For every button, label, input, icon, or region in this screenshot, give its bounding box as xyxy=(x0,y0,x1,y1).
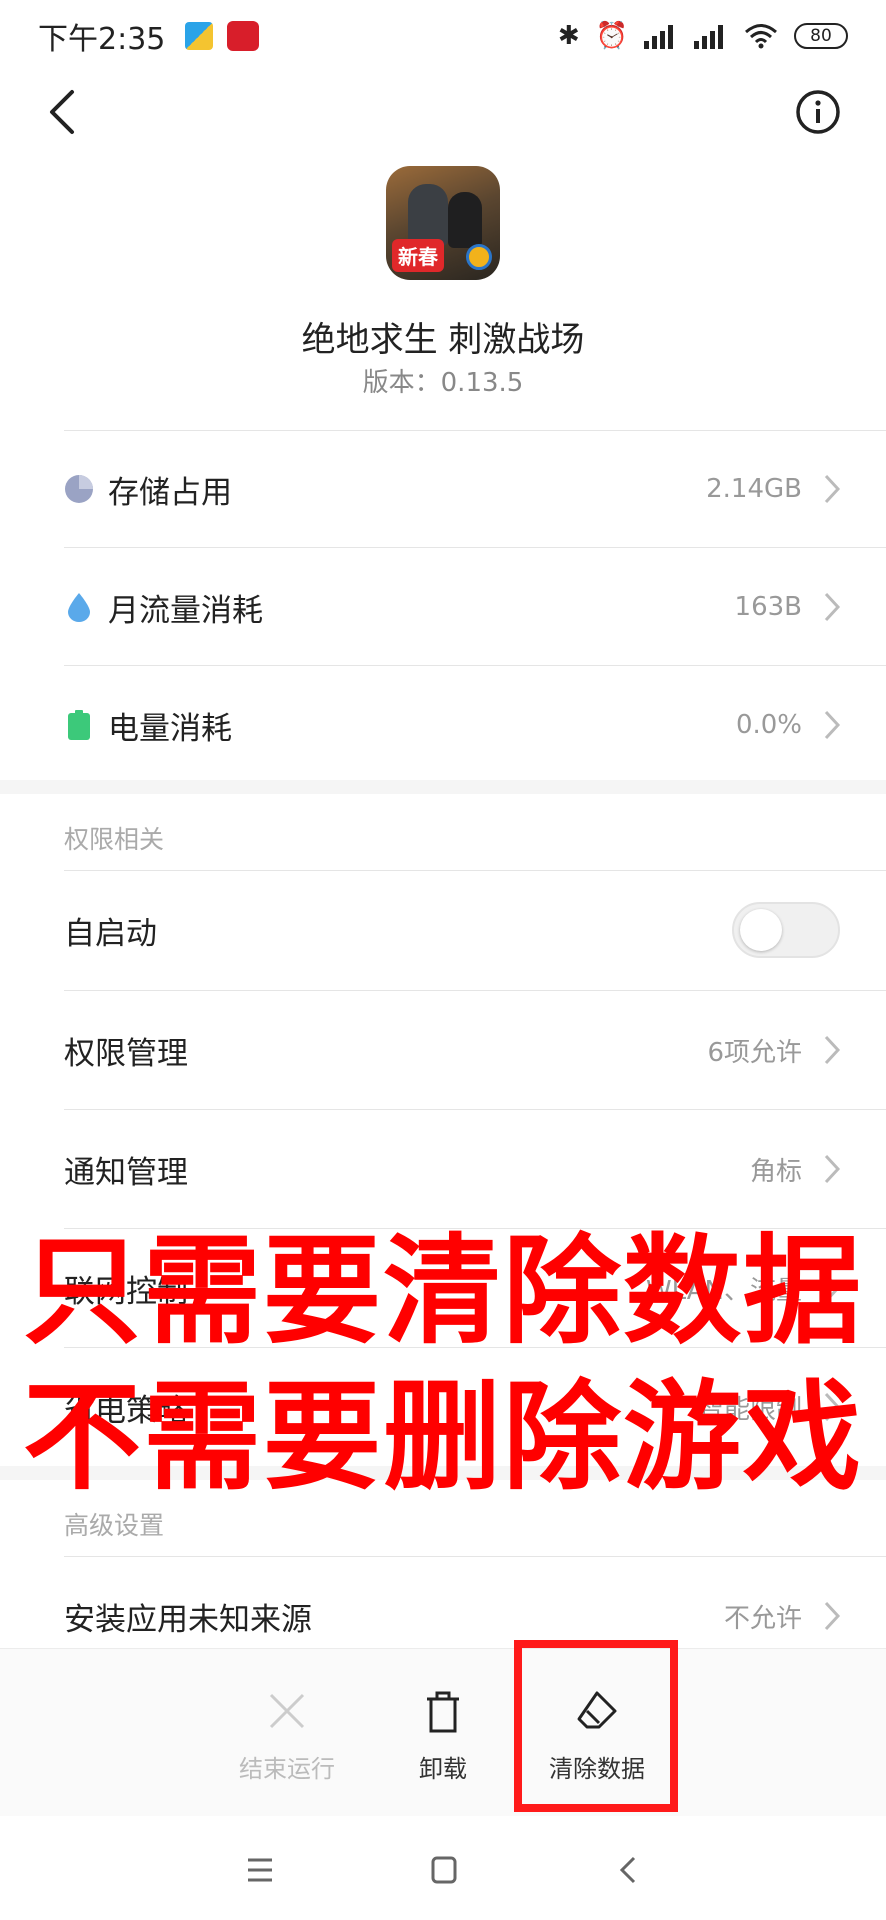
row-value: 角标 xyxy=(749,1156,802,1187)
chevron-right-icon xyxy=(824,1601,841,1631)
trash-icon xyxy=(427,1691,459,1733)
force-stop-button[interactable]: 结束运行 xyxy=(212,1649,362,1817)
autostart-toggle[interactable] xyxy=(732,902,840,958)
info-icon[interactable] xyxy=(788,82,848,142)
status-bar: 下午2:35 ✱ ⏰ 80 xyxy=(0,0,886,72)
water-drop-icon xyxy=(68,593,90,622)
app-icon-figure xyxy=(448,192,482,248)
system-nav-bar xyxy=(0,1816,886,1920)
back-nav-icon[interactable] xyxy=(612,1854,648,1886)
wifi-icon xyxy=(745,24,777,49)
section-title-permissions: 权限相关 xyxy=(64,825,165,854)
chevron-right-icon xyxy=(824,592,841,622)
notification-app-icon xyxy=(227,21,260,51)
data-usage-row[interactable]: 月流量消耗 163B xyxy=(0,548,886,666)
overlay-caption-line1: 只需要清除数据 xyxy=(22,1222,863,1360)
action-label: 结束运行 xyxy=(239,1755,335,1783)
home-icon[interactable] xyxy=(426,1854,462,1886)
toggle-knob xyxy=(740,909,782,951)
menu-icon[interactable] xyxy=(242,1854,278,1886)
chevron-right-icon xyxy=(824,1035,841,1065)
overlay-caption-line2: 不需要删除游戏 xyxy=(22,1368,863,1506)
signal-icon xyxy=(694,25,723,49)
bottom-action-bar: 结束运行 卸载 清除数据 xyxy=(0,1648,886,1816)
back-arrow-icon[interactable] xyxy=(40,82,84,142)
alarm-icon: ⏰ xyxy=(595,21,628,51)
row-label: 月流量消耗 xyxy=(108,592,263,629)
row-label: 电量消耗 xyxy=(108,710,232,747)
row-value: 0.0% xyxy=(735,710,802,740)
permission-management-row[interactable]: 权限管理 6项允许 xyxy=(0,991,886,1109)
chevron-right-icon xyxy=(824,474,841,504)
row-value: 163B xyxy=(734,592,802,622)
pie-chart-icon xyxy=(65,475,93,503)
notification-management-row[interactable]: 通知管理 角标 xyxy=(0,1110,886,1228)
notification-app-icon xyxy=(185,22,214,50)
row-label: 通知管理 xyxy=(64,1154,188,1191)
app-icon-badge: 新春 xyxy=(392,239,444,272)
row-label: 权限管理 xyxy=(64,1035,188,1072)
app-icon-logo xyxy=(466,244,492,270)
row-label: 存储占用 xyxy=(108,474,232,511)
storage-usage-row[interactable]: 存储占用 2.14GB xyxy=(0,430,886,548)
highlight-box xyxy=(514,1640,678,1812)
app-icon: 新春 xyxy=(386,166,500,280)
status-time: 下午2:35 xyxy=(38,22,166,57)
app-icon-figure xyxy=(408,184,448,246)
row-value: 6项允许 xyxy=(707,1037,802,1068)
battery-usage-row[interactable]: 电量消耗 0.0% xyxy=(0,666,886,784)
battery-indicator: 80 xyxy=(794,23,848,49)
chevron-right-icon xyxy=(824,710,841,740)
app-version: 版本：0.13.5 xyxy=(362,368,524,398)
close-icon xyxy=(269,1693,305,1729)
battery-icon xyxy=(68,710,90,740)
section-title-advanced: 高级设置 xyxy=(64,1511,165,1540)
signal-icon xyxy=(644,25,673,49)
app-name: 绝地求生 刺激战场 xyxy=(301,320,585,360)
uninstall-button[interactable]: 卸载 xyxy=(368,1649,518,1817)
row-value: 2.14GB xyxy=(706,474,802,504)
row-value: 不允许 xyxy=(723,1603,802,1634)
autostart-row[interactable]: 自启动 xyxy=(0,871,886,989)
row-label: 自启动 xyxy=(64,915,157,952)
row-label: 安装应用未知来源 xyxy=(64,1601,312,1638)
status-icons: ✱ ⏰ 80 xyxy=(558,21,848,51)
section-gap xyxy=(0,780,886,794)
action-label: 卸载 xyxy=(419,1755,467,1783)
chevron-right-icon xyxy=(824,1154,841,1184)
bluetooth-icon: ✱ xyxy=(557,21,580,51)
